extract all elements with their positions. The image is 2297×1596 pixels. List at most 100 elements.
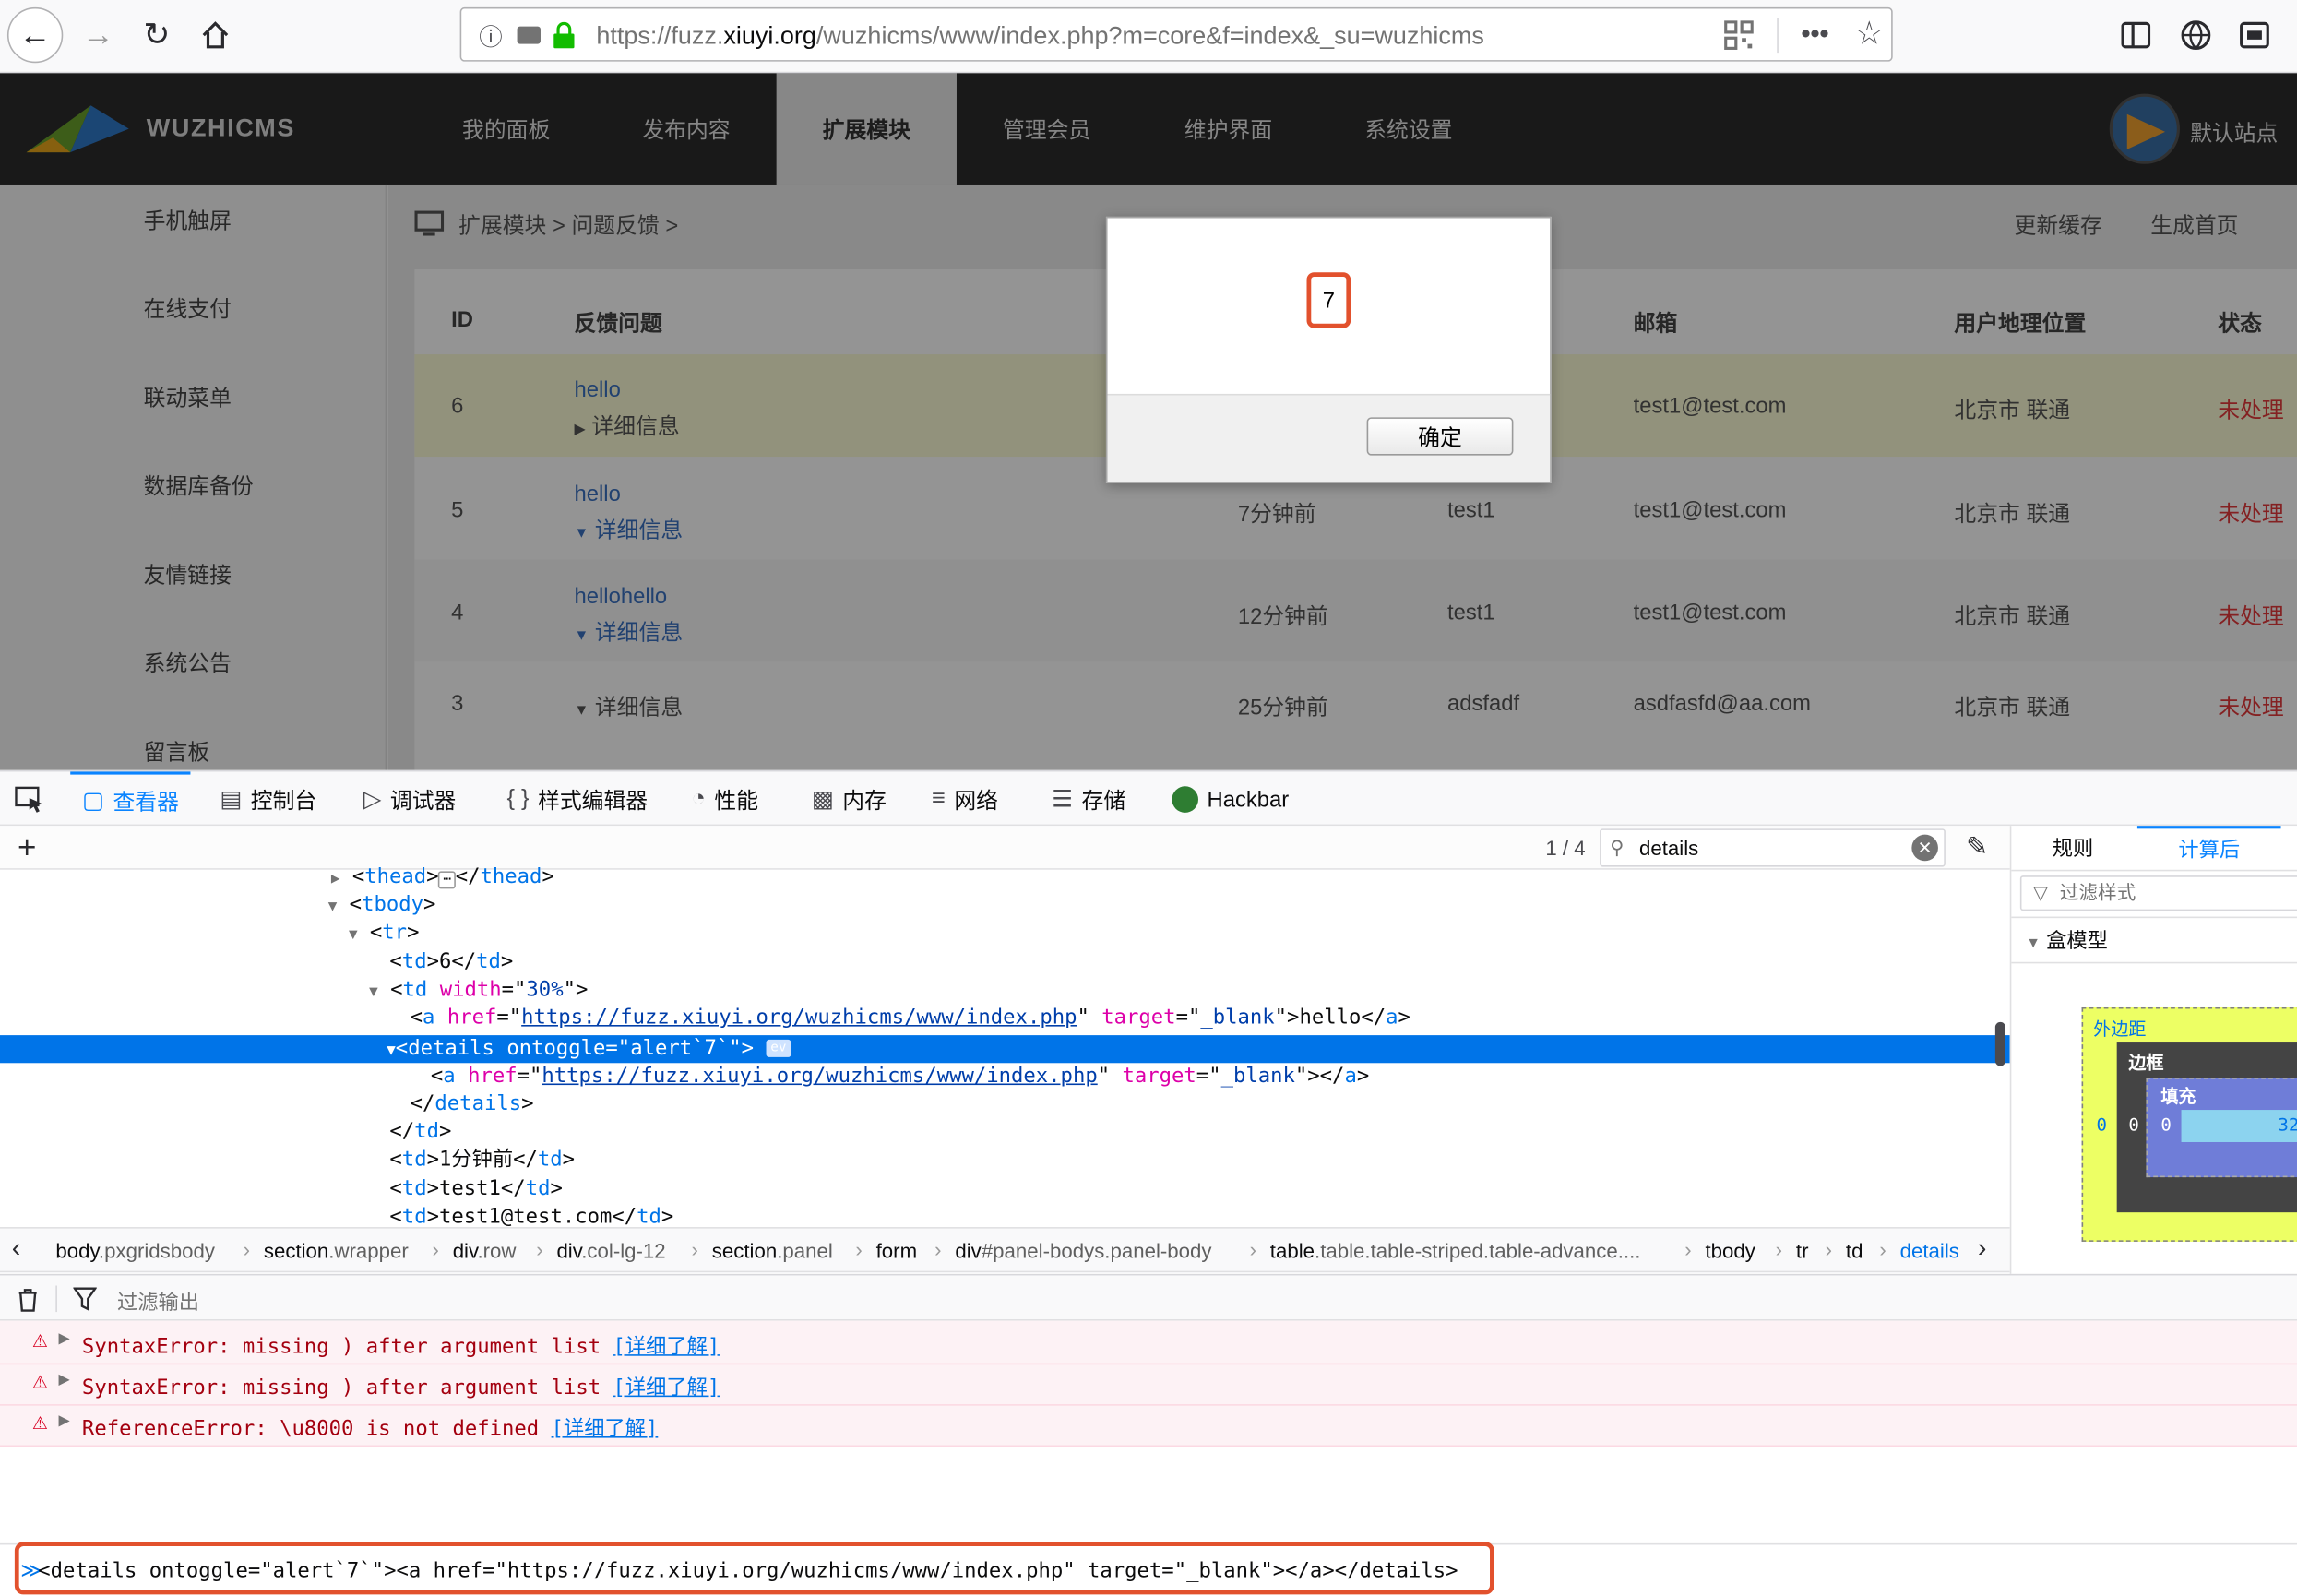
tab-label: 样式编辑器	[538, 788, 649, 814]
breadcrumb-node[interactable]: td	[1846, 1239, 1863, 1262]
search-icon: ⚲	[1610, 836, 1625, 859]
margin-left-value[interactable]: 0	[2096, 1114, 2106, 1135]
tab-label: 存储	[1081, 788, 1126, 814]
expanded-arrow-icon[interactable]: ▼	[328, 899, 338, 915]
box-model-header[interactable]: ▼ 盒模型	[2011, 916, 2297, 964]
tab-console[interactable]: ▤ 控制台	[220, 771, 316, 827]
page-actions-icon[interactable]: •••	[1794, 15, 1835, 53]
url-text[interactable]: https://fuzz.xiuyi.org/wuzhicms/www/inde…	[596, 22, 1484, 52]
breadcrumb-separator: ›	[934, 1237, 942, 1261]
breadcrumb-node[interactable]: tr	[1796, 1239, 1809, 1262]
error-icon: ⚠	[31, 1412, 49, 1434]
expand-arrow-icon[interactable]: ▶	[59, 1372, 70, 1388]
info-icon[interactable]: ⓘ	[476, 20, 506, 52]
ok-button[interactable]: 确定	[1366, 417, 1514, 456]
breadcrumb-node[interactable]: form	[876, 1239, 917, 1262]
tab-performance[interactable]: ◔ 性能	[692, 771, 759, 827]
home-button[interactable]	[187, 7, 243, 63]
lock-icon[interactable]	[553, 21, 576, 49]
breadcrumb-separator: ›	[1775, 1237, 1783, 1261]
filter-icon	[73, 1287, 97, 1311]
markup-line[interactable]: ▼ <td width="30%">	[369, 977, 588, 1005]
ellipsis-icon[interactable]: ⋯	[438, 871, 456, 889]
border-left-value[interactable]: 0	[2128, 1114, 2138, 1135]
markup-line[interactable]: ▼ <tr>	[349, 920, 420, 947]
devtools-tabbar: ▢ 查看器 ▤ 控制台 ▷ 调试器 { } 样式编辑器 ◔ 性能 ▩ 内存 ≡ 网络 ☰ 存储 …	[0, 769, 2297, 827]
tab-network[interactable]: ≡ 网络	[932, 771, 998, 827]
element-picker-icon[interactable]	[15, 786, 44, 813]
breadcrumb-node[interactable]: div.col-lg-12	[556, 1239, 665, 1262]
expanded-arrow-icon[interactable]: ▼	[369, 984, 378, 1000]
event-badge[interactable]: ev	[766, 1039, 791, 1057]
console-error-message[interactable]: ⚠ ▶ SyntaxError: missing ) after argumen…	[0, 1324, 2297, 1365]
markup-line[interactable]: ▶ <thead> ⋯ </thead>	[331, 864, 554, 891]
tab-label: Hackbar	[1207, 787, 1290, 813]
breadcrumb-node[interactable]: section.wrapper	[264, 1239, 409, 1262]
url-bar-divider	[1777, 18, 1779, 54]
breadcrumb-node[interactable]: div#panel-bodys.panel-body	[955, 1239, 1211, 1262]
clear-search-icon[interactable]: ✕	[1911, 834, 1938, 862]
expand-arrow-icon[interactable]: ▶	[59, 1331, 70, 1347]
breadcrumb-node[interactable]: tbody	[1705, 1239, 1755, 1262]
breadcrumb-node[interactable]: table.table.table-striped.table-advance.…	[1270, 1239, 1641, 1262]
add-node-icon[interactable]: +	[18, 828, 36, 866]
box-model-title: 盒模型	[2046, 928, 2108, 952]
markup-line-selected[interactable]: ▼<details ontoggle="alert`7`"> ev	[387, 1035, 791, 1063]
sidebar-icon[interactable]	[2121, 20, 2151, 50]
tab-storage[interactable]: ☰ 存储	[1052, 771, 1125, 827]
reload-button[interactable]: ↻	[129, 7, 184, 63]
breadcrumb-node[interactable]: div.row	[453, 1239, 517, 1262]
filter-styles-placeholder: 过滤样式	[2059, 881, 2136, 904]
console-filter-input[interactable]: 过滤输出	[117, 1287, 199, 1316]
markup-line[interactable]: ▼ <tbody>	[328, 892, 436, 920]
markup-line[interactable]: </td>	[389, 1119, 451, 1147]
globe-icon[interactable]	[2180, 19, 2212, 52]
learn-more-link[interactable]: [详细了解]	[613, 1335, 720, 1358]
breadcrumb-scroll-right-icon[interactable]: ›	[1978, 1233, 1987, 1263]
back-button[interactable]: ←	[6, 6, 64, 64]
tab-memory[interactable]: ▩ 内存	[812, 771, 887, 827]
camera-permission-icon[interactable]	[517, 26, 541, 44]
markup-line[interactable]: <td>test1</td>	[389, 1175, 562, 1203]
eyedropper-icon[interactable]: ✎	[1966, 832, 1988, 863]
learn-more-link[interactable]: [详细了解]	[552, 1417, 659, 1440]
expand-arrow-icon[interactable]: ▶	[59, 1413, 70, 1429]
tab-label: 控制台	[250, 788, 317, 814]
padding-left-value[interactable]: 0	[2160, 1114, 2171, 1135]
forward-button[interactable]: →	[70, 7, 125, 63]
breadcrumb-node[interactable]: body.pxgridsbody	[55, 1239, 215, 1262]
content-width-value[interactable]: 32	[2278, 1114, 2297, 1135]
markup-scrollbar[interactable]	[1994, 1021, 2005, 1066]
bookmark-star-icon[interactable]: ☆	[1851, 15, 1888, 53]
back-arrow-icon: ←	[18, 16, 52, 54]
toolbar-divider	[55, 1285, 57, 1313]
markup-search-input[interactable]: ⚲ details ✕	[1600, 828, 1946, 867]
markup-line[interactable]: </details>	[411, 1090, 534, 1118]
url-bar[interactable]: ⓘ https://fuzz.xiuyi.org/wuzhicms/www/in…	[459, 6, 1893, 62]
markup-line[interactable]: <td>1分钟前</td>	[389, 1147, 575, 1174]
breadcrumb-node[interactable]: section.panel	[712, 1239, 833, 1262]
learn-more-link[interactable]: [详细了解]	[613, 1376, 720, 1399]
breadcrumb-separator: ›	[1684, 1237, 1692, 1261]
braces-icon: { }	[506, 786, 530, 812]
markup-line[interactable]: <a href="https://fuzz.xiuyi.org/wuzhicms…	[411, 1005, 1410, 1032]
markup-line[interactable]: <a href="https://fuzz.xiuyi.org/wuzhicms…	[431, 1063, 1369, 1090]
tab-hackbar[interactable]: Hackbar	[1172, 771, 1289, 827]
trash-icon[interactable]	[16, 1287, 39, 1312]
collapsed-arrow-icon[interactable]: ▶	[331, 871, 340, 887]
qrcode-icon[interactable]	[1724, 20, 1754, 50]
filter-styles-input[interactable]: ▽ 过滤样式	[2019, 875, 2297, 911]
console-error-message[interactable]: ⚠ ▶ SyntaxError: missing ) after argumen…	[0, 1364, 2297, 1406]
tab-inspector[interactable]: ▢ 查看器	[70, 771, 191, 827]
breadcrumb-scroll-left-icon[interactable]: ‹	[12, 1233, 21, 1263]
tab-debugger[interactable]: ▷ 调试器	[363, 771, 457, 827]
tab-style-editor[interactable]: { } 样式编辑器	[506, 771, 648, 827]
breadcrumb-node-current[interactable]: details	[1900, 1239, 1959, 1262]
tab-rules[interactable]: 规则	[2053, 826, 2093, 870]
expanded-arrow-icon[interactable]: ▼	[349, 927, 358, 943]
screenshot-icon[interactable]	[2238, 19, 2270, 52]
markup-line[interactable]: <td>6</td>	[389, 948, 513, 976]
tab-computed[interactable]: 计算后	[2136, 826, 2281, 870]
console-error-message[interactable]: ⚠ ▶ ReferenceError: \u8000 is not define…	[0, 1406, 2297, 1447]
expanded-arrow-icon[interactable]: ▼	[387, 1042, 396, 1058]
